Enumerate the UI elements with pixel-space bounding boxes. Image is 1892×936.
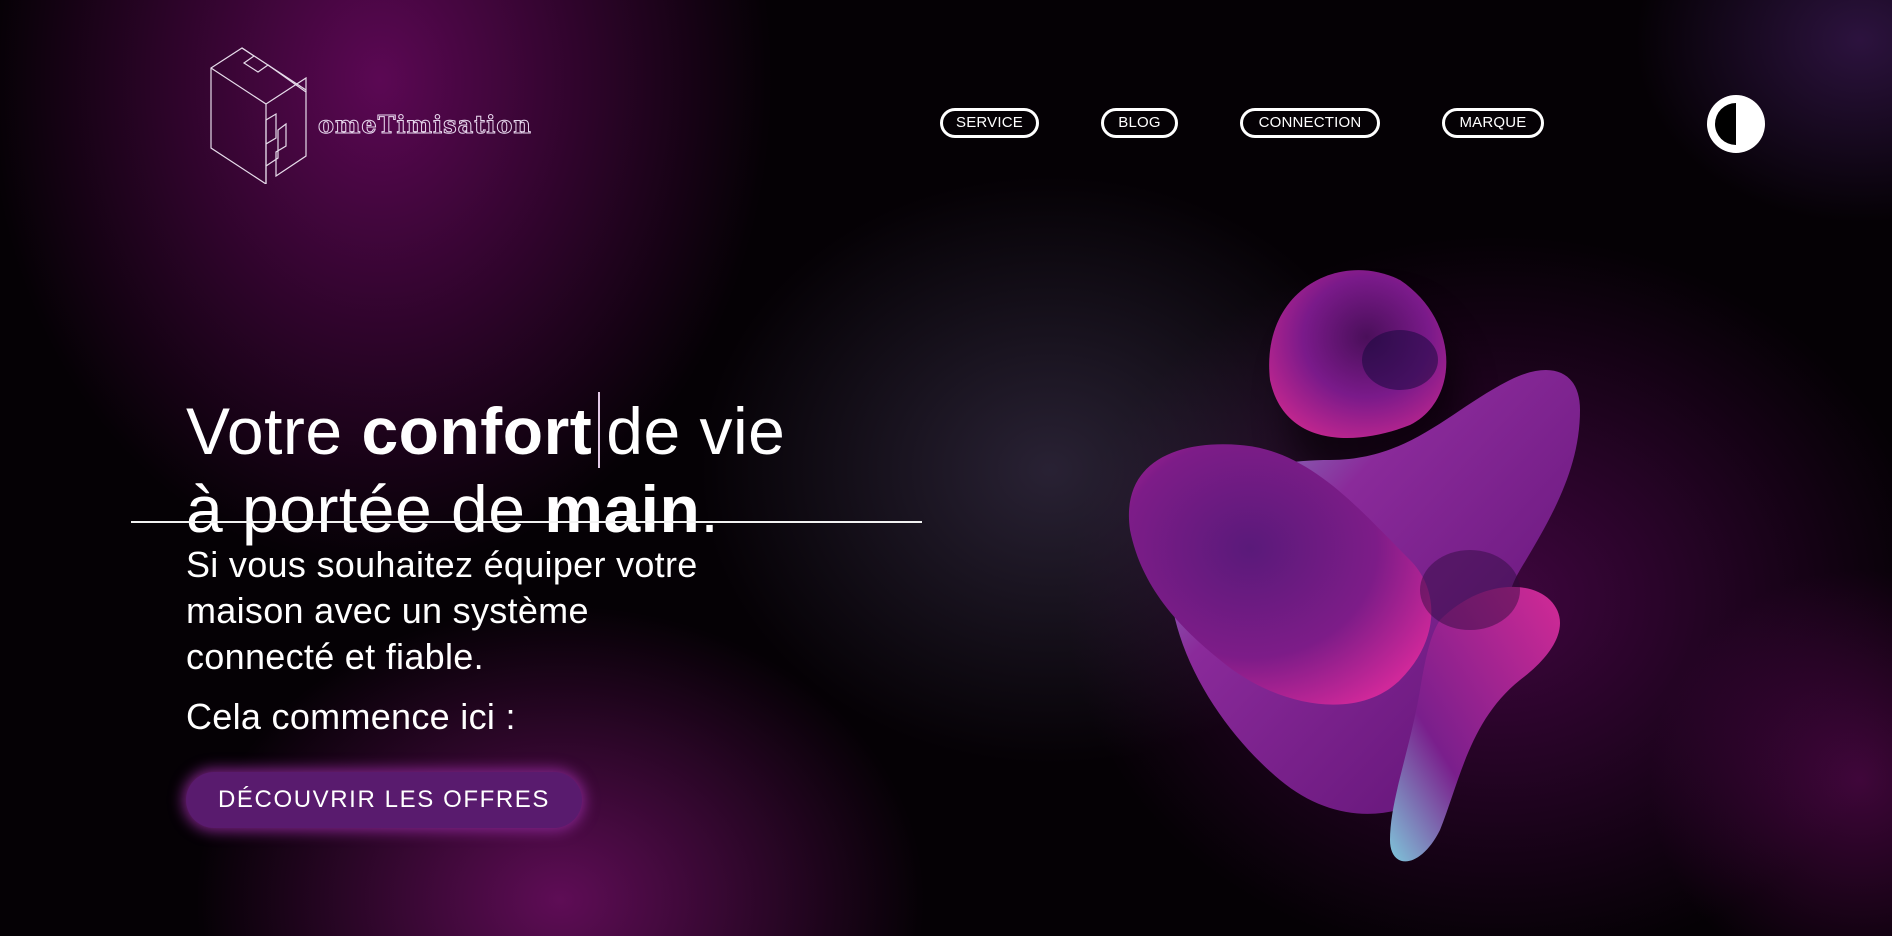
headline-text: . [700,472,720,547]
headline-text: Votre [186,394,362,469]
headline-text: à portée de [186,472,545,547]
theme-toggle-button[interactable] [1706,94,1766,154]
nav-connection-button[interactable]: CONNECTION [1240,108,1380,138]
discover-offers-button[interactable]: DÉCOUVRIR LES OFFRES [186,772,582,828]
hero-divider [131,521,922,523]
main-nav: SERVICE BLOG CONNECTION MARQUE [0,108,1892,144]
nav-blog-button[interactable]: BLOG [1101,108,1178,138]
headline-emphasis: confort [361,394,593,469]
nav-service-button[interactable]: SERVICE [940,108,1039,138]
subtitle-line: maison avec un système [186,590,589,631]
subtitle-line: Si vous souhaitez équiper votre [186,544,698,585]
hero-headline: Votre confort de vie à portée de main. [186,392,785,548]
contrast-icon [1707,95,1765,153]
abstract-blob-illustration [1128,270,1580,862]
headline-text: de vie [606,394,786,469]
nav-marque-button[interactable]: MARQUE [1442,108,1544,138]
hero-tagline: Cela commence ici : [186,696,516,737]
typing-cursor [598,392,601,469]
headline-emphasis: main [544,472,701,547]
subtitle-line: connecté et fiable. [186,636,484,677]
hero-subtitle: Si vous souhaitez équiper votre maison a… [186,542,826,680]
